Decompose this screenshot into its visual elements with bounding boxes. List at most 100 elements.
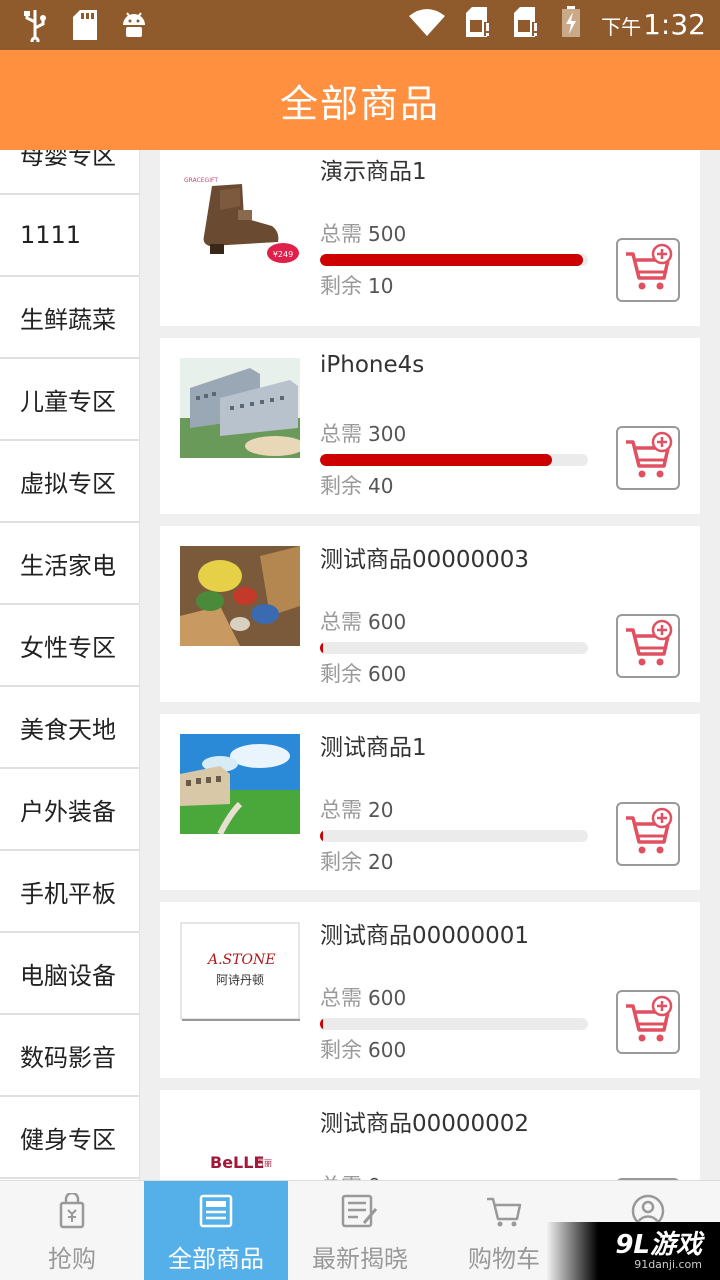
page-title: 全部商品: [279, 81, 440, 126]
sidebar-item-1111[interactable]: 1111: [0, 195, 139, 277]
product-remain: 剩余 40: [320, 470, 393, 500]
shopping-bag-icon: [54, 1191, 90, 1235]
product-remain: 剩余 600: [320, 1034, 406, 1064]
product-image-boots[interactable]: ¥249 GRACEGIFT: [180, 166, 300, 266]
wifi-icon: [409, 8, 446, 40]
sidebar-item-virtual[interactable]: 虚拟专区: [0, 441, 139, 523]
product-total: 总需0: [320, 1170, 381, 1180]
cart-plus-icon: [622, 242, 674, 298]
remain-label: 剩余: [320, 474, 362, 498]
product-total: 总需 300: [320, 418, 406, 448]
sidebar-item-label: 母婴专区: [20, 150, 116, 170]
tab-latest-results[interactable]: 最新揭晓: [288, 1181, 432, 1280]
add-to-cart-button[interactable]: [616, 614, 680, 678]
progress-bar: [320, 642, 588, 654]
tab-flash-sale[interactable]: 抢购: [0, 1181, 144, 1280]
total-value: 20: [368, 798, 394, 822]
clock-time: 1:32: [643, 7, 706, 41]
boots-brand-logo: GRACEGIFT: [184, 177, 218, 184]
sidebar-item-appliances[interactable]: 生活家电: [0, 523, 139, 605]
product-card[interactable]: ¥249 GRACEGIFT 演示商品1 总需 500 剩余 10: [160, 150, 700, 326]
progress-fill: [320, 254, 583, 266]
sidebar-item-fitness[interactable]: 健身专区: [0, 1097, 139, 1179]
add-to-cart-button[interactable]: [616, 802, 680, 866]
sidebar-item-food[interactable]: 美食天地: [0, 687, 139, 769]
boots-price-tag: ¥249: [273, 250, 293, 259]
sidebar-item-digital[interactable]: 数码影音: [0, 1015, 139, 1097]
product-name[interactable]: iPhone4s: [320, 352, 424, 378]
sidebar-item-maternity[interactable]: 母婴专区: [0, 150, 139, 195]
astone-logo-text: A.STONE: [206, 952, 275, 968]
progress-bar: [320, 1018, 588, 1030]
cart-plus-icon: [622, 806, 674, 862]
remain-label: 剩余: [320, 1038, 362, 1062]
total-label: 总需: [320, 422, 362, 446]
product-image-buildings[interactable]: [180, 358, 300, 458]
sidebar-item-label: 电脑设备: [20, 961, 116, 990]
cart-plus-icon: [622, 618, 674, 674]
product-remain: 剩余 20: [320, 846, 393, 876]
product-card[interactable]: iPhone4s 总需 300 剩余 40: [160, 338, 700, 514]
sidebar-item-label: 手机平板: [20, 879, 116, 908]
sidebar-item-label: 儿童专区: [20, 387, 116, 416]
add-to-cart-button[interactable]: [616, 238, 680, 302]
sidebar-item-computers[interactable]: 电脑设备: [0, 933, 139, 1015]
product-remain: 剩余 10: [320, 270, 393, 300]
product-remain: 剩余 600: [320, 658, 406, 688]
total-label: 总需: [320, 986, 362, 1010]
watermark-url: 91danji.com: [634, 1258, 702, 1271]
product-name[interactable]: 测试商品00000001: [320, 916, 529, 950]
product-name[interactable]: 测试商品00000002: [320, 1104, 529, 1138]
sidebar-item-fresh[interactable]: 生鲜蔬菜: [0, 277, 139, 359]
product-card[interactable]: 测试商品1 总需 20 剩余 20: [160, 714, 700, 890]
product-name[interactable]: 测试商品00000003: [320, 540, 529, 574]
product-card[interactable]: 测试商品00000003 总需 600 剩余 600: [160, 526, 700, 702]
product-card[interactable]: A.STONE 阿诗丹顿 测试商品00000001 总需 600 剩余 600: [160, 902, 700, 1078]
product-name[interactable]: 测试商品1: [320, 728, 427, 762]
total-label: 总需: [320, 798, 362, 822]
product-image-belle-logo[interactable]: BeLLE 百丽: [180, 1130, 300, 1180]
remain-value: 40: [368, 474, 394, 498]
sim-alert-icon: [465, 6, 493, 42]
product-name[interactable]: 演示商品1: [320, 152, 427, 186]
sidebar-item-label: 1111: [20, 221, 82, 249]
add-to-cart-button[interactable]: [616, 990, 680, 1054]
product-total: 总需 600: [320, 982, 406, 1012]
product-image-snacks-box[interactable]: [180, 546, 300, 646]
product-total: 总需 20: [320, 794, 393, 824]
watermark-logo: 9L游戏: [615, 1230, 702, 1260]
cart-plus-icon: [622, 994, 674, 1050]
sidebar-item-children[interactable]: 儿童专区: [0, 359, 139, 441]
sidebar-item-phones[interactable]: 手机平板: [0, 851, 139, 933]
product-list[interactable]: ¥249 GRACEGIFT 演示商品1 总需500 剩余10 iPhone: [160, 150, 700, 1180]
android-icon: [120, 9, 148, 45]
product-total: 总需 600: [320, 606, 406, 636]
astone-logo-cn: 阿诗丹顿: [216, 973, 264, 987]
progress-fill: [320, 830, 323, 842]
sidebar-item-women[interactable]: 女性专区: [0, 605, 139, 687]
sidebar-item-outdoor[interactable]: 户外装备: [0, 769, 139, 851]
tab-label: 全部商品: [168, 1245, 264, 1273]
total-value: 600: [368, 986, 407, 1010]
total-value: 300: [368, 422, 407, 446]
tab-label: 最新揭晓: [312, 1245, 408, 1273]
app-header: 全部商品: [0, 50, 720, 150]
add-to-cart-button[interactable]: [616, 426, 680, 490]
sidebar-item-label: 健身专区: [20, 1125, 116, 1154]
product-image-astone-logo[interactable]: A.STONE 阿诗丹顿: [180, 922, 300, 1022]
product-card[interactable]: BeLLE 百丽 测试商品00000002 总需0: [160, 1090, 700, 1180]
total-label: 总需: [320, 610, 362, 634]
progress-bar: [320, 830, 588, 842]
category-sidebar[interactable]: 母婴专区 1111 生鲜蔬菜 儿童专区 虚拟专区 生活家电 女性专区 美食天地 …: [0, 150, 140, 1180]
progress-fill: [320, 454, 553, 466]
remain-value: 600: [368, 1038, 407, 1062]
product-image-villa[interactable]: [180, 734, 300, 834]
news-icon: [340, 1193, 380, 1235]
clock: 下午1:32: [601, 8, 706, 41]
total-label: 总需: [320, 222, 362, 246]
usb-icon: [20, 8, 50, 46]
progress-fill: [320, 1018, 323, 1030]
sd-card-icon: [72, 9, 98, 45]
tab-all-products[interactable]: 全部商品: [144, 1181, 288, 1280]
progress-fill: [320, 642, 323, 654]
